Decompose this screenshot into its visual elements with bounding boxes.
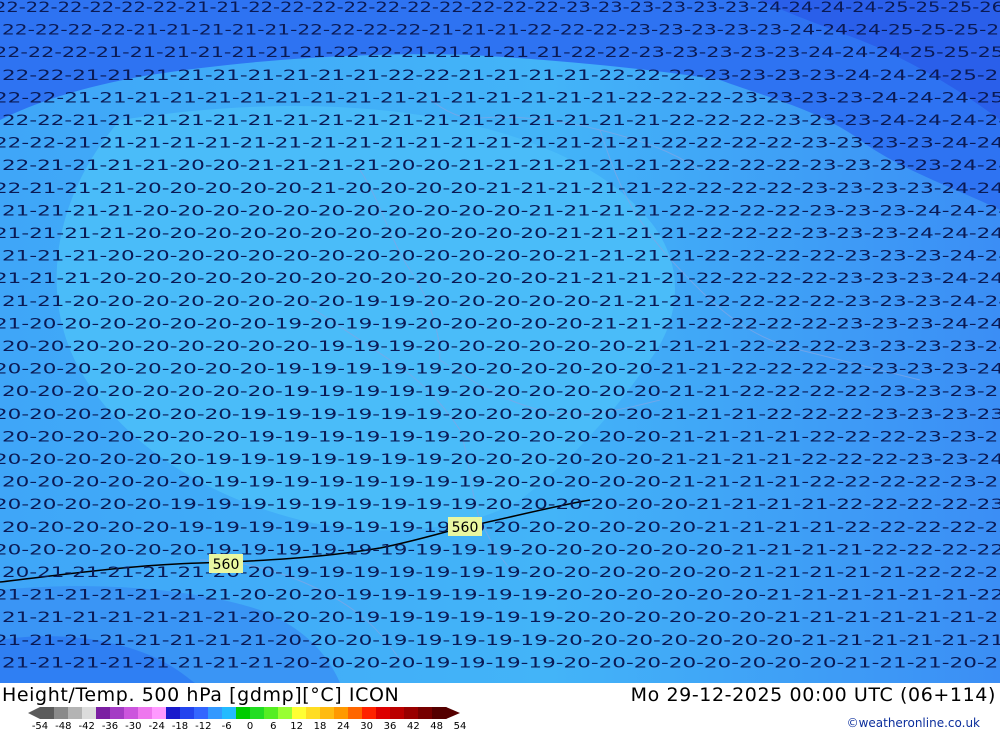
contour-label-1: 560 [448,517,482,536]
map-title: Height/Temp. 500 hPa [gdmp][°C] ICON [2,684,400,706]
legend-swatch [306,707,321,719]
legend-swatch [54,707,69,719]
temperature-row: 22-22-21-21-21-21-21-21-21-21-21-22-22-2… [2,68,1000,84]
legend-swatch [362,707,377,719]
legend-swatch [208,707,223,719]
temperature-field: 22-22-22-22-22-22-21-21-22-22-22-22-22-2… [0,0,1000,683]
temperature-row: 20-20-20-20-20-19-19-19-19-19-19-19-19-1… [0,497,1000,513]
legend-swatch [82,707,97,719]
legend-tick-label: -42 [78,721,95,732]
legend-tick-label: 12 [290,721,304,732]
weather-map: 22-22-22-22-22-22-21-21-22-22-22-22-22-2… [0,0,1000,683]
legend-tick-label: 30 [360,721,374,732]
legend-tick-label: 48 [430,721,444,732]
map-footer: Height/Temp. 500 hPa [gdmp][°C] ICON Mo … [0,683,1000,733]
legend-tick-label: 42 [406,721,420,732]
temperature-row: 21-21-21-21-20-20-20-20-20-20-20-20-20-2… [2,203,1000,219]
legend-swatch [236,707,251,719]
temperature-row: 20-20-20-20-20-20-20-20-19-19-19-19-19-2… [0,362,1000,378]
legend-tick-label: -12 [195,721,212,732]
valid-time: Mo 29-12-2025 00:00 UTC (06+114) [630,684,996,706]
legend-swatch [264,707,279,719]
temperature-row: 21-21-21-21-21-21-21-21-20-20-20-19-19-1… [0,633,1000,649]
legend-swatch [68,707,83,719]
legend-swatch [334,707,349,719]
legend-swatch [348,707,363,719]
temperature-row: 20-20-20-20-20-20-19-19-19-19-19-19-19-1… [2,475,1000,491]
legend-swatch [40,707,55,719]
temperature-row: 20-20-20-20-20-20-20-20-19-19-19-19-19-2… [2,384,1000,400]
temperature-row: 21-20-20-20-20-20-20-20-19-20-19-19-20-2… [0,316,1000,332]
legend-swatch [292,707,307,719]
legend-swatch [124,707,139,719]
legend-arrow-left [28,707,40,719]
temperature-row: 22-21-21-21-20-20-20-20-20-21-20-20-20-2… [0,181,1000,197]
legend-tick-label: -36 [101,721,119,732]
temperature-row: 21-21-21-20-20-20-20-20-20-20-20-20-20-2… [2,249,1000,265]
temperature-row: 21-21-21-21-20-20-20-20-20-20-20-20-20-2… [0,226,1000,242]
temperature-row: 20-20-20-20-20-20-20-20-20-19-19-19-20-2… [2,339,1000,355]
svg-text:560: 560 [213,557,240,573]
color-legend [28,706,468,720]
temperature-row: 21-21-21-21-21-21-21-21-20-20-20-20-19-1… [2,655,1000,671]
temperature-row: 20-20-20-20-20-20-19-19-19-19-19-19-19-2… [0,452,1000,468]
legend-tick-label: -30 [125,721,142,732]
temperature-row: 20-21-21-21-21-21-20-20-19-19-19-19-19-1… [2,565,1000,581]
legend-swatch [152,707,167,719]
legend-tick-label: 36 [383,721,397,732]
legend-swatch [180,707,195,719]
temperature-row: 21-21-21-21-21-21-21-20-20-20-19-19-19-1… [2,610,1000,626]
credit-link[interactable]: ©weatheronline.co.uk [847,716,980,730]
legend-swatch [390,707,405,719]
temperature-row: 20-20-20-20-20-20-19-19-19-19-19-19-19-1… [0,542,1000,558]
legend-swatch [250,707,265,719]
legend-swatch [194,707,209,719]
legend-tick-label: -18 [171,721,189,732]
temperature-row: 20-20-20-20-20-20-20-19-19-19-19-19-19-2… [0,407,1000,423]
temperature-row: 20-20-20-20-20-20-20-19-19-19-19-19-19-2… [2,429,1000,445]
legend-tick-label: -24 [148,721,165,732]
legend-swatch [320,707,335,719]
legend-swatch [110,707,125,719]
temperature-row: 22-22-22-21-21-21-21-21-21-21-22-22-21-2… [0,45,1000,61]
legend-swatch [376,707,391,719]
legend-swatch [278,707,293,719]
contour-label-2: 560 [209,554,243,573]
legend-tick-label: 0 [246,721,254,732]
legend-tick-label: 54 [453,721,467,732]
temperature-row: 22-22-21-21-21-21-21-21-21-21-21-21-21-2… [0,136,1000,152]
legend-swatch [432,707,447,719]
temperature-row: 21-21-21-20-20-20-20-20-20-20-20-20-20-2… [0,271,1000,287]
legend-tick-label: 24 [336,721,350,732]
legend-swatch [418,707,433,719]
legend-swatch [138,707,153,719]
legend-tick-label: -48 [55,721,72,732]
legend-swatch [404,707,419,719]
temperature-row: 22-22-22-22-21-21-21-21-21-22-22-22-22-2… [2,23,1000,39]
legend-tick-label: -6 [221,721,232,732]
temperature-row: 22-22-21-21-21-21-21-21-21-21-21-21-21-2… [0,90,1000,106]
svg-text:560: 560 [452,520,479,536]
legend-swatch [222,707,237,719]
legend-tick-label: 18 [313,721,327,732]
legend-ticks: -54 -48 -42 -36 -30 -24 -18 -12 -6 0 6 12 18 24 30 36 42… [32,721,480,733]
legend-swatch [96,707,111,719]
temperature-row: 20-20-20-20-20-19-19-19-19-19-19-19-19-1… [2,520,1000,536]
legend-swatch [166,707,181,719]
temperature-row: 22-21-21-21-21-20-20-21-21-21-21-20-20-2… [2,158,1000,174]
temperature-row: 21-21-21-21-21-21-21-20-20-20-19-19-19-1… [0,588,1000,604]
temperature-row: 22-22-21-21-21-21-21-21-21-21-21-21-21-2… [2,113,1000,129]
temperature-row: 21-21-20-20-20-20-20-20-20-20-19-19-20-2… [2,294,1000,310]
legend-tick-label: -54 [31,721,49,732]
legend-tick-label: 6 [270,721,277,732]
temperature-row: 22-22-22-22-22-22-21-21-22-22-22-22-22-2… [0,0,1000,16]
legend-arrow-right [446,707,460,719]
